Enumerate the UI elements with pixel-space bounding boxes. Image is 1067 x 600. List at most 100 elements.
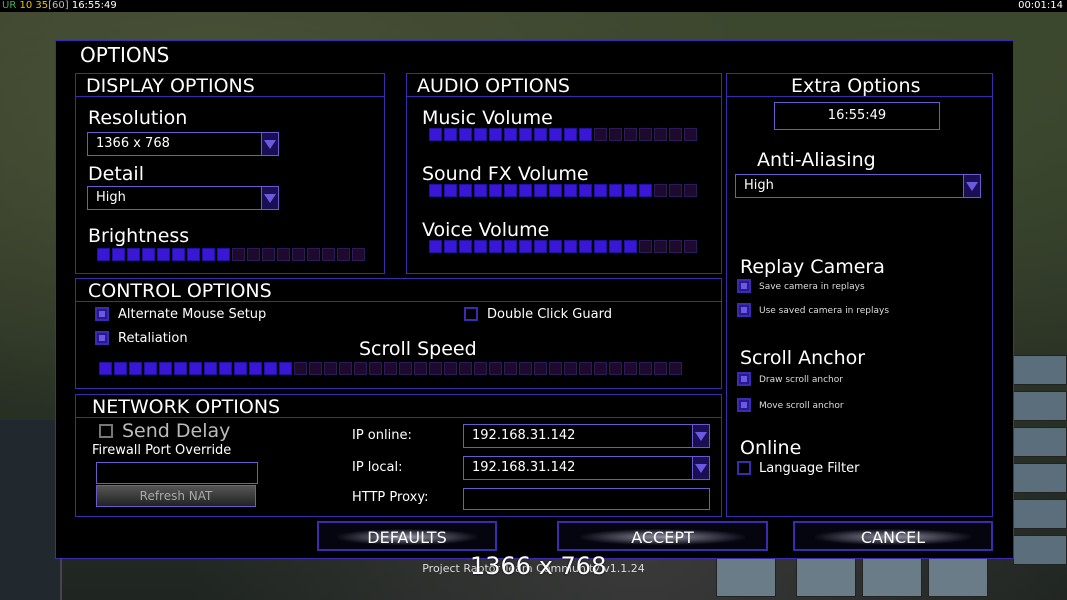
slider-segment[interactable] bbox=[129, 362, 142, 375]
sfx-volume-slider[interactable] bbox=[429, 184, 697, 197]
slider-segment[interactable] bbox=[322, 248, 335, 261]
slider-segment[interactable] bbox=[519, 362, 532, 375]
accept-button[interactable]: ACCEPT bbox=[557, 521, 768, 551]
slider-segment[interactable] bbox=[579, 184, 592, 197]
slider-segment[interactable] bbox=[564, 184, 577, 197]
slider-segment[interactable] bbox=[669, 362, 682, 375]
slider-segment[interactable] bbox=[352, 248, 365, 261]
resolution-select[interactable]: 1366 x 768 bbox=[87, 132, 279, 156]
slider-segment[interactable] bbox=[204, 362, 217, 375]
slider-segment[interactable] bbox=[474, 240, 487, 253]
slider-segment[interactable] bbox=[172, 248, 185, 261]
voice-volume-slider[interactable] bbox=[429, 240, 697, 253]
slider-segment[interactable] bbox=[624, 128, 637, 141]
brightness-slider[interactable] bbox=[97, 248, 365, 261]
chevron-down-icon[interactable] bbox=[692, 457, 709, 479]
retaliation-checkbox[interactable] bbox=[95, 331, 109, 345]
build-thumb[interactable] bbox=[1013, 463, 1067, 493]
slider-segment[interactable] bbox=[564, 240, 577, 253]
slider-segment[interactable] bbox=[684, 184, 697, 197]
slider-segment[interactable] bbox=[444, 362, 457, 375]
slider-segment[interactable] bbox=[579, 128, 592, 141]
slider-segment[interactable] bbox=[339, 362, 352, 375]
chevron-down-icon[interactable] bbox=[261, 187, 278, 209]
slider-segment[interactable] bbox=[639, 240, 652, 253]
slider-segment[interactable] bbox=[459, 240, 472, 253]
slider-segment[interactable] bbox=[564, 362, 577, 375]
build-thumb[interactable] bbox=[1013, 535, 1067, 565]
slider-segment[interactable] bbox=[534, 184, 547, 197]
slider-segment[interactable] bbox=[232, 248, 245, 261]
slider-segment[interactable] bbox=[189, 362, 202, 375]
slider-segment[interactable] bbox=[609, 362, 622, 375]
slider-segment[interactable] bbox=[684, 128, 697, 141]
slider-segment[interactable] bbox=[639, 184, 652, 197]
slider-segment[interactable] bbox=[429, 184, 442, 197]
music-volume-slider[interactable] bbox=[429, 128, 697, 141]
slider-segment[interactable] bbox=[609, 128, 622, 141]
slider-segment[interactable] bbox=[399, 362, 412, 375]
slider-segment[interactable] bbox=[249, 362, 262, 375]
slider-segment[interactable] bbox=[459, 128, 472, 141]
language-filter-checkbox[interactable] bbox=[737, 461, 751, 475]
slider-segment[interactable] bbox=[624, 240, 637, 253]
slider-segment[interactable] bbox=[654, 240, 667, 253]
slider-segment[interactable] bbox=[324, 362, 337, 375]
slider-segment[interactable] bbox=[369, 362, 382, 375]
slider-segment[interactable] bbox=[474, 184, 487, 197]
slider-segment[interactable] bbox=[549, 184, 562, 197]
slider-segment[interactable] bbox=[489, 362, 502, 375]
slider-segment[interactable] bbox=[489, 128, 502, 141]
slider-segment[interactable] bbox=[444, 184, 457, 197]
save-camera-checkbox[interactable] bbox=[737, 279, 751, 293]
slider-segment[interactable] bbox=[474, 128, 487, 141]
slider-segment[interactable] bbox=[489, 240, 502, 253]
refresh-nat-button[interactable]: Refresh NAT bbox=[96, 485, 256, 507]
cancel-button[interactable]: CANCEL bbox=[793, 521, 993, 551]
slider-segment[interactable] bbox=[519, 128, 532, 141]
slider-segment[interactable] bbox=[639, 362, 652, 375]
slider-segment[interactable] bbox=[669, 240, 682, 253]
slider-segment[interactable] bbox=[99, 362, 112, 375]
slider-segment[interactable] bbox=[294, 362, 307, 375]
slider-segment[interactable] bbox=[202, 248, 215, 261]
slider-segment[interactable] bbox=[579, 362, 592, 375]
slider-segment[interactable] bbox=[459, 184, 472, 197]
slider-segment[interactable] bbox=[97, 248, 110, 261]
slider-segment[interactable] bbox=[549, 362, 562, 375]
move-anchor-checkbox[interactable] bbox=[737, 398, 751, 412]
slider-segment[interactable] bbox=[684, 240, 697, 253]
slider-segment[interactable] bbox=[594, 128, 607, 141]
detail-select[interactable]: High bbox=[87, 186, 279, 210]
build-thumb[interactable] bbox=[1013, 427, 1067, 457]
slider-segment[interactable] bbox=[292, 248, 305, 261]
slider-segment[interactable] bbox=[549, 128, 562, 141]
slider-segment[interactable] bbox=[187, 248, 200, 261]
slider-segment[interactable] bbox=[519, 240, 532, 253]
slider-segment[interactable] bbox=[112, 248, 125, 261]
slider-segment[interactable] bbox=[384, 362, 397, 375]
slider-segment[interactable] bbox=[159, 362, 172, 375]
slider-segment[interactable] bbox=[594, 362, 607, 375]
slider-segment[interactable] bbox=[429, 128, 442, 141]
slider-segment[interactable] bbox=[337, 248, 350, 261]
slider-segment[interactable] bbox=[444, 128, 457, 141]
slider-segment[interactable] bbox=[127, 248, 140, 261]
double-click-checkbox[interactable] bbox=[464, 307, 478, 321]
slider-segment[interactable] bbox=[639, 128, 652, 141]
slider-segment[interactable] bbox=[609, 240, 622, 253]
slider-segment[interactable] bbox=[414, 362, 427, 375]
slider-segment[interactable] bbox=[669, 128, 682, 141]
slider-segment[interactable] bbox=[219, 362, 232, 375]
slider-segment[interactable] bbox=[654, 362, 667, 375]
use-camera-checkbox[interactable] bbox=[737, 303, 751, 317]
build-thumb[interactable] bbox=[1013, 355, 1067, 385]
slider-segment[interactable] bbox=[444, 240, 457, 253]
slider-segment[interactable] bbox=[624, 362, 637, 375]
anti-aliasing-select[interactable]: High bbox=[735, 174, 981, 198]
send-delay-checkbox[interactable] bbox=[99, 424, 113, 438]
slider-segment[interactable] bbox=[594, 240, 607, 253]
http-proxy-input[interactable] bbox=[463, 488, 710, 510]
slider-segment[interactable] bbox=[549, 240, 562, 253]
slider-segment[interactable] bbox=[474, 362, 487, 375]
